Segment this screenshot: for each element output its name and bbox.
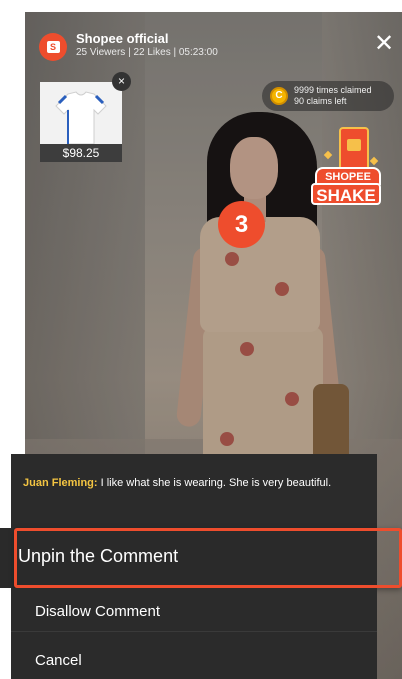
divider [11, 631, 377, 632]
coin-icon: C [270, 87, 288, 105]
highlight-box [14, 528, 402, 588]
claims-left: 90 claims left [294, 96, 347, 106]
shop-name[interactable]: Shopee official [76, 31, 168, 46]
close-icon[interactable]: ✕ [373, 32, 395, 56]
disallow-comment-button[interactable]: Disallow Comment [35, 603, 160, 620]
claims-count: 9999 times claimed [294, 85, 372, 95]
product-close-icon[interactable]: × [112, 72, 131, 91]
red-envelope-icon [347, 139, 361, 151]
comment-body: I like what she is wearing. She is very … [97, 477, 332, 489]
claims-pill[interactable]: C 9999 times claimed 90 claims left [262, 81, 394, 111]
shop-avatar[interactable]: S [39, 33, 67, 61]
cancel-button[interactable]: Cancel [35, 652, 82, 669]
shopee-shake-label-bottom[interactable]: SHAKE [311, 183, 381, 205]
comment-author: Juan Fleming: [23, 477, 98, 489]
comment-text: Juan Fleming: I like what she is wearing… [23, 474, 358, 493]
tshirt-icon [55, 91, 107, 145]
stream-stats: 25 Viewers | 22 Likes | 05:23:00 [76, 47, 218, 58]
step-badge: 3 [218, 201, 265, 248]
pinned-comment: Juan Fleming: I like what she is wearing… [11, 454, 377, 528]
product-price: $98.25 [40, 144, 122, 162]
shake-phone-icon [339, 127, 369, 171]
action-sheet: Disallow Comment Cancel [11, 588, 377, 679]
shopee-bag-icon: S [46, 41, 60, 53]
